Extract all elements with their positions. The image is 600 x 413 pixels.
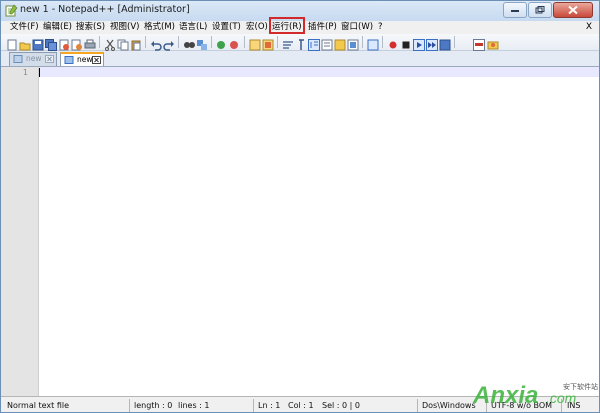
menu-plugins[interactable]: 插件(P) xyxy=(308,21,337,34)
tab-close-icon[interactable] xyxy=(92,56,101,64)
tab-bar: new new xyxy=(1,51,599,67)
document-close-button[interactable]: X xyxy=(586,21,592,34)
toolbar-separator xyxy=(145,36,146,48)
save-all-icon[interactable] xyxy=(45,36,57,51)
tab-label: new xyxy=(26,54,42,63)
cut-icon[interactable] xyxy=(104,36,116,51)
status-separator xyxy=(129,399,130,412)
status-length: length : 0 xyxy=(134,401,173,410)
status-lines: lines : 1 xyxy=(178,401,210,410)
tab-label: new xyxy=(77,55,93,64)
minimize-button[interactable] xyxy=(503,2,527,18)
toolbar xyxy=(1,34,599,51)
status-line-number: Ln : 1 xyxy=(258,401,281,410)
word-wrap-icon[interactable] xyxy=(282,36,294,49)
restore-icon xyxy=(535,6,545,14)
current-line-highlight xyxy=(39,67,599,77)
find-icon[interactable] xyxy=(183,36,195,48)
toolbar-separator xyxy=(99,36,100,48)
menu-search[interactable]: 搜索(S) xyxy=(76,21,105,34)
window-title: new 1 - Notepad++ [Administrator] xyxy=(20,4,190,15)
close-all-icon[interactable] xyxy=(71,36,83,51)
status-selection: Sel : 0 | 0 xyxy=(322,401,360,410)
toolbar-separator xyxy=(382,36,383,48)
minimize-icon xyxy=(511,10,519,12)
menu-edit[interactable]: 编辑(E) xyxy=(43,21,72,34)
close-icon xyxy=(568,5,578,15)
document-icon xyxy=(13,55,23,63)
menu-settings[interactable]: 设置(T) xyxy=(212,21,241,34)
indent-guide-icon[interactable] xyxy=(308,36,320,51)
watermark-tagline: 安下软件站 xyxy=(563,382,598,391)
anxia-watermark: Anxia .com 安下软件站 xyxy=(472,382,598,409)
text-caret xyxy=(39,68,40,77)
new-file-icon[interactable] xyxy=(6,36,18,51)
save-icon[interactable] xyxy=(32,36,44,51)
menu-window[interactable]: 窗口(W) xyxy=(341,21,373,34)
run-menu-highlight xyxy=(269,17,305,34)
sync-horizontal-icon[interactable] xyxy=(262,36,274,51)
paste-icon[interactable] xyxy=(130,36,142,51)
document-icon xyxy=(64,56,74,64)
status-separator xyxy=(253,399,254,412)
editor-area[interactable]: 1 xyxy=(1,67,599,396)
undo-icon[interactable] xyxy=(150,36,162,51)
status-eol-format: Dos\Windows xyxy=(422,401,476,410)
focus-mode-icon[interactable] xyxy=(367,36,379,51)
toolbar-separator xyxy=(178,36,179,48)
line-number: 1 xyxy=(22,68,28,77)
menu-format[interactable]: 格式(M) xyxy=(144,21,175,34)
toolbar-separator xyxy=(277,36,278,48)
document-map-icon[interactable] xyxy=(334,36,346,51)
toolbar-separator xyxy=(211,36,212,48)
notepadpp-window: new 1 - Notepad++ [Administrator] 文件(F) … xyxy=(0,0,600,413)
close-button[interactable] xyxy=(553,2,593,18)
status-separator xyxy=(417,399,418,412)
user-language-icon[interactable] xyxy=(321,36,333,51)
menu-language[interactable]: 语言(L) xyxy=(179,21,207,34)
watermark-brand: Anxia xyxy=(472,382,538,409)
zoom-in-icon[interactable] xyxy=(216,36,228,49)
menu-file[interactable]: 文件(F) xyxy=(10,21,39,34)
menu-view[interactable]: 视图(V) xyxy=(110,21,139,34)
play-macro-icon[interactable] xyxy=(413,36,425,51)
save-macro-icon[interactable] xyxy=(439,36,451,51)
menu-help[interactable]: ? xyxy=(378,21,383,34)
redo-icon[interactable] xyxy=(163,36,175,51)
zoom-out-icon[interactable] xyxy=(229,36,241,49)
tab-new-active[interactable]: new xyxy=(60,52,104,66)
stop-macro-icon[interactable] xyxy=(400,36,412,49)
open-file-icon[interactable] xyxy=(19,36,31,51)
function-list-icon[interactable] xyxy=(347,36,359,51)
toolbar-separator xyxy=(362,36,363,48)
play-macro-multiple-icon[interactable] xyxy=(426,36,438,51)
plugin-tool-icon[interactable] xyxy=(487,36,499,50)
status-file-type: Normal text file xyxy=(7,401,70,410)
watermark-domain: .com xyxy=(546,390,577,406)
copy-icon[interactable] xyxy=(117,36,129,51)
maximize-button[interactable] xyxy=(528,2,552,18)
close-file-icon[interactable] xyxy=(58,36,70,51)
notepadpp-app-icon[interactable] xyxy=(5,4,18,17)
tab-new-inactive[interactable]: new xyxy=(9,52,57,66)
replace-icon[interactable] xyxy=(196,36,208,50)
line-number-gutter: 1 xyxy=(1,67,39,396)
show-all-characters-icon[interactable] xyxy=(295,36,307,50)
tab-close-icon[interactable] xyxy=(45,55,54,63)
toolbar-separator xyxy=(244,36,245,48)
print-icon[interactable] xyxy=(84,36,96,49)
status-column: Col : 1 xyxy=(288,401,314,410)
toolbar-separator xyxy=(454,36,455,48)
spell-check-icon[interactable] xyxy=(473,36,485,51)
sync-vertical-icon[interactable] xyxy=(249,36,261,51)
record-macro-icon[interactable] xyxy=(387,36,399,49)
menu-macro[interactable]: 宏(O) xyxy=(246,21,268,34)
